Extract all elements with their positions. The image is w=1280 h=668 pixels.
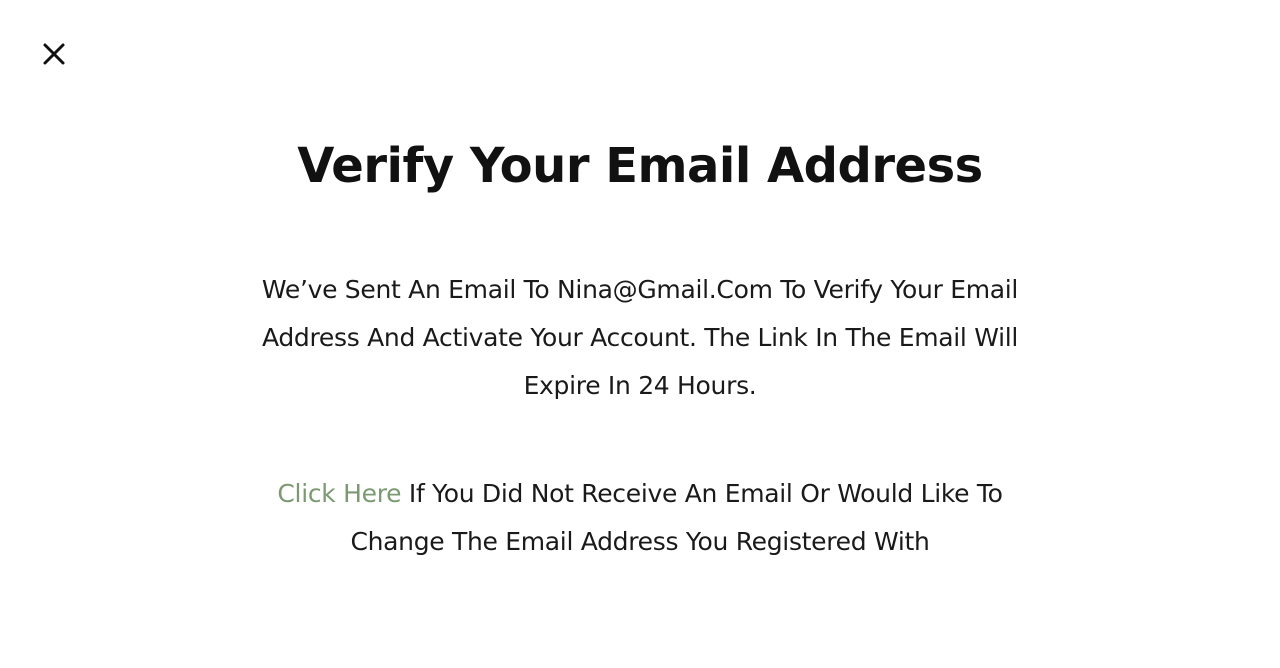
verification-message: We’ve Sent An Email To Nina@Gmail.Com To… xyxy=(200,266,1080,410)
resend-text-line-1: If You Did Not Receive An Email Or Would… xyxy=(401,479,1003,508)
resend-text-line-2: Change The Email Address You Registered … xyxy=(350,527,930,556)
message-line-1: We’ve Sent An Email To Nina@Gmail.Com To… xyxy=(261,275,1019,304)
resend-instructions: Click Here If You Did Not Receive An Ema… xyxy=(200,470,1080,566)
close-icon xyxy=(43,43,65,65)
page-title: Verify Your Email Address xyxy=(297,138,983,194)
message-line-3: Expire In 24 Hours. xyxy=(523,371,757,400)
close-button[interactable] xyxy=(38,38,70,70)
click-here-link[interactable]: Click Here xyxy=(277,479,401,508)
message-line-2: Address And Activate Your Account. The L… xyxy=(261,323,1019,352)
